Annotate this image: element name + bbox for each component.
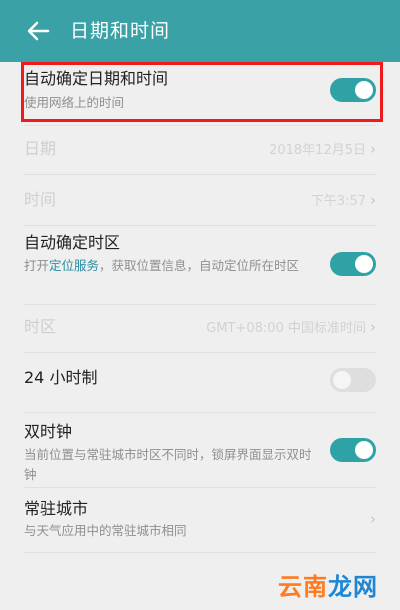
hour24-title: 24 小时制 (24, 368, 98, 387)
date-row[interactable]: 日期 2018年12月5日 › (0, 126, 400, 174)
home-city-row[interactable]: 常驻城市 与天气应用中的常驻城市相同 › (0, 488, 400, 550)
hour24-toggle[interactable] (330, 368, 376, 392)
timezone-row[interactable]: 时区 GMT+08:00 中国标准时间 › (0, 305, 400, 351)
time-title: 时间 (24, 190, 57, 209)
divider (24, 552, 376, 553)
toggle-knob (333, 371, 351, 389)
chevron-right-icon: › (370, 510, 376, 528)
home-city-subtitle: 与天气应用中的常驻城市相同 (24, 523, 187, 538)
toggle-knob (355, 441, 373, 459)
time-value: 下午3:57 › (311, 190, 376, 212)
auto-timezone-subtitle-prefix: 打开 (24, 258, 50, 273)
arrow-left-icon[interactable] (26, 18, 50, 44)
timezone-value-text: GMT+08:00 中国标准时间 (206, 321, 366, 336)
home-city-title: 常驻城市 (24, 499, 89, 518)
timezone-title: 时区 (24, 317, 57, 336)
dual-clock-title: 双时钟 (24, 422, 73, 441)
date-value-text: 2018年12月5日 (269, 143, 366, 158)
dual-clock-toggle[interactable] (330, 438, 376, 462)
watermark-logo: 云南龙网 (278, 572, 390, 602)
auto-timezone-subtitle-suffix: ，获取位置信息，自动定位所在时区 (99, 258, 300, 273)
auto-timezone-toggle[interactable] (330, 252, 376, 276)
date-title: 日期 (24, 139, 57, 158)
toggle-knob (355, 255, 373, 273)
settings-list: 自动确定日期和时间 使用网络上的时间 日期 2018年12月5日 › 时间 下午3… (0, 62, 400, 610)
watermark-text-1: 云南 (278, 573, 328, 601)
page-title: 日期和时间 (70, 20, 171, 42)
chevron-right-icon: › (370, 140, 376, 158)
timezone-value: GMT+08:00 中国标准时间 › (206, 317, 376, 339)
auto-date-time-row[interactable]: 自动确定日期和时间 使用网络上的时间 (0, 62, 400, 122)
date-value: 2018年12月5日 › (269, 139, 376, 161)
auto-date-time-toggle[interactable] (330, 78, 376, 102)
watermark-text-2: 龙网 (328, 573, 378, 601)
auto-date-time-subtitle: 使用网络上的时间 (24, 95, 125, 110)
auto-timezone-subtitle: 打开定位服务，获取位置信息，自动定位所在时区 (24, 256, 314, 276)
auto-timezone-title: 自动确定时区 (24, 233, 121, 252)
app-header: 日期和时间 (0, 0, 400, 62)
chevron-right-icon: › (370, 318, 376, 336)
location-service-link[interactable]: 定位服务 (49, 258, 99, 273)
dual-clock-subtitle: 当前位置与常驻城市时区不同时，锁屏界面显示双时钟 (24, 447, 312, 482)
hour24-row[interactable]: 24 小时制 (0, 353, 400, 409)
auto-date-time-title: 自动确定日期和时间 (24, 69, 169, 88)
time-value-text: 下午3:57 (310, 194, 366, 209)
dual-clock-row[interactable]: 双时钟 当前位置与常驻城市时区不同时，锁屏界面显示双时钟 (0, 413, 400, 485)
chevron-right-icon: › (370, 191, 376, 209)
toggle-knob (355, 81, 373, 99)
auto-timezone-row[interactable]: 自动确定时区 打开定位服务，获取位置信息，自动定位所在时区 (0, 226, 400, 300)
